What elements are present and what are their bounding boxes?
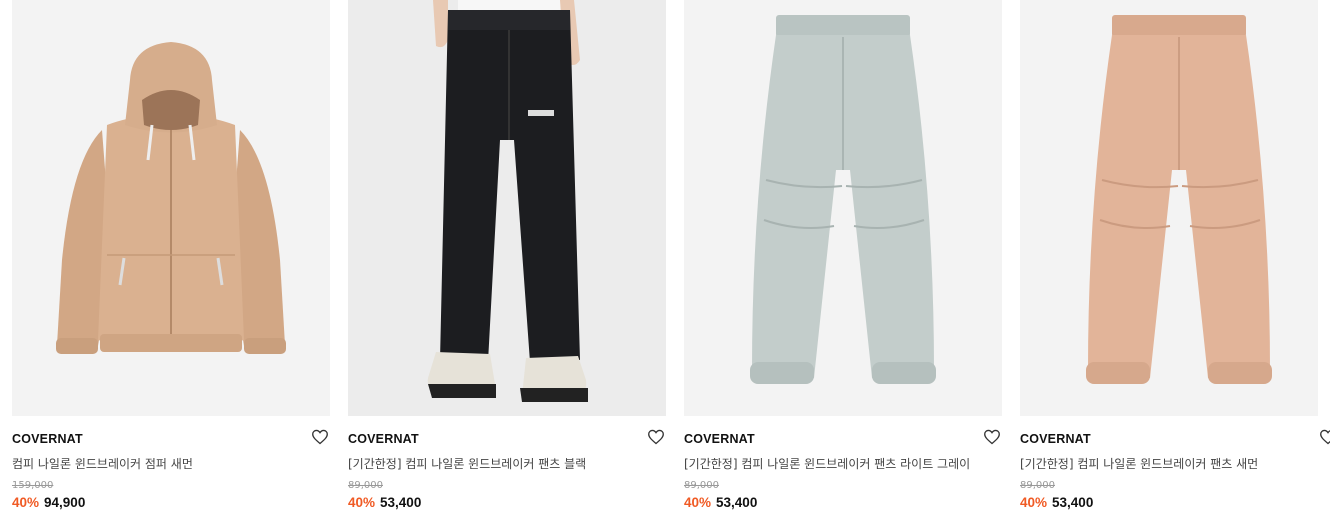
- product-brand[interactable]: COVERNAT: [684, 432, 755, 446]
- jacket-image: [12, 0, 330, 416]
- original-price: 89,000: [1020, 480, 1055, 491]
- product-brand[interactable]: COVERNAT: [348, 432, 419, 446]
- product-card[interactable]: COVERNAT [기간한정] 컴피 나일론 윈드브레이커 팬츠 새먼 89,0…: [1020, 0, 1330, 521]
- product-name[interactable]: [기간한정] 컴피 나일론 윈드브레이커 팬츠 새먼: [1020, 455, 1320, 472]
- price-line: 40% 94,900: [12, 495, 85, 510]
- wishlist-heart-icon[interactable]: [983, 429, 1003, 447]
- product-card[interactable]: COVERNAT 컴피 나일론 윈드브레이커 점퍼 새먼 159,000 40%…: [12, 0, 330, 521]
- original-price: 89,000: [348, 480, 383, 491]
- black-pants-image: [348, 0, 666, 416]
- original-price: 159,000: [12, 480, 54, 491]
- sale-price: 53,400: [716, 495, 758, 510]
- product-card[interactable]: COVERNAT [기간한정] 컴피 나일론 윈드브레이커 팬츠 블랙 89,0…: [348, 0, 666, 521]
- product-brand[interactable]: COVERNAT: [12, 432, 83, 446]
- price-line: 40% 53,400: [684, 495, 757, 510]
- wishlist-heart-icon[interactable]: [1319, 429, 1330, 447]
- discount-rate: 40%: [1020, 495, 1048, 510]
- discount-rate: 40%: [684, 495, 712, 510]
- product-grid: COVERNAT 컴피 나일론 윈드브레이커 점퍼 새먼 159,000 40%…: [0, 0, 1330, 521]
- price-line: 40% 53,400: [1020, 495, 1093, 510]
- product-brand[interactable]: COVERNAT: [1020, 432, 1091, 446]
- product-name[interactable]: [기간한정] 컴피 나일론 윈드브레이커 팬츠 라이트 그레이: [684, 455, 1002, 472]
- product-card[interactable]: COVERNAT [기간한정] 컴피 나일론 윈드브레이커 팬츠 라이트 그레이…: [684, 0, 1002, 521]
- product-name[interactable]: [기간한정] 컴피 나일론 윈드브레이커 팬츠 블랙: [348, 455, 666, 472]
- product-image[interactable]: [684, 0, 1002, 416]
- wishlist-heart-icon[interactable]: [311, 429, 331, 447]
- discount-rate: 40%: [12, 495, 40, 510]
- light-grey-pants-image: [684, 0, 1002, 416]
- discount-rate: 40%: [348, 495, 376, 510]
- product-image[interactable]: [1020, 0, 1318, 416]
- product-image[interactable]: [348, 0, 666, 416]
- salmon-pants-image: [1020, 0, 1318, 416]
- sale-price: 53,400: [1052, 495, 1094, 510]
- original-price: 89,000: [684, 480, 719, 491]
- wishlist-heart-icon[interactable]: [647, 429, 667, 447]
- sale-price: 94,900: [44, 495, 86, 510]
- sale-price: 53,400: [380, 495, 422, 510]
- product-image[interactable]: [12, 0, 330, 416]
- price-line: 40% 53,400: [348, 495, 421, 510]
- product-name[interactable]: 컴피 나일론 윈드브레이커 점퍼 새먼: [12, 455, 330, 472]
